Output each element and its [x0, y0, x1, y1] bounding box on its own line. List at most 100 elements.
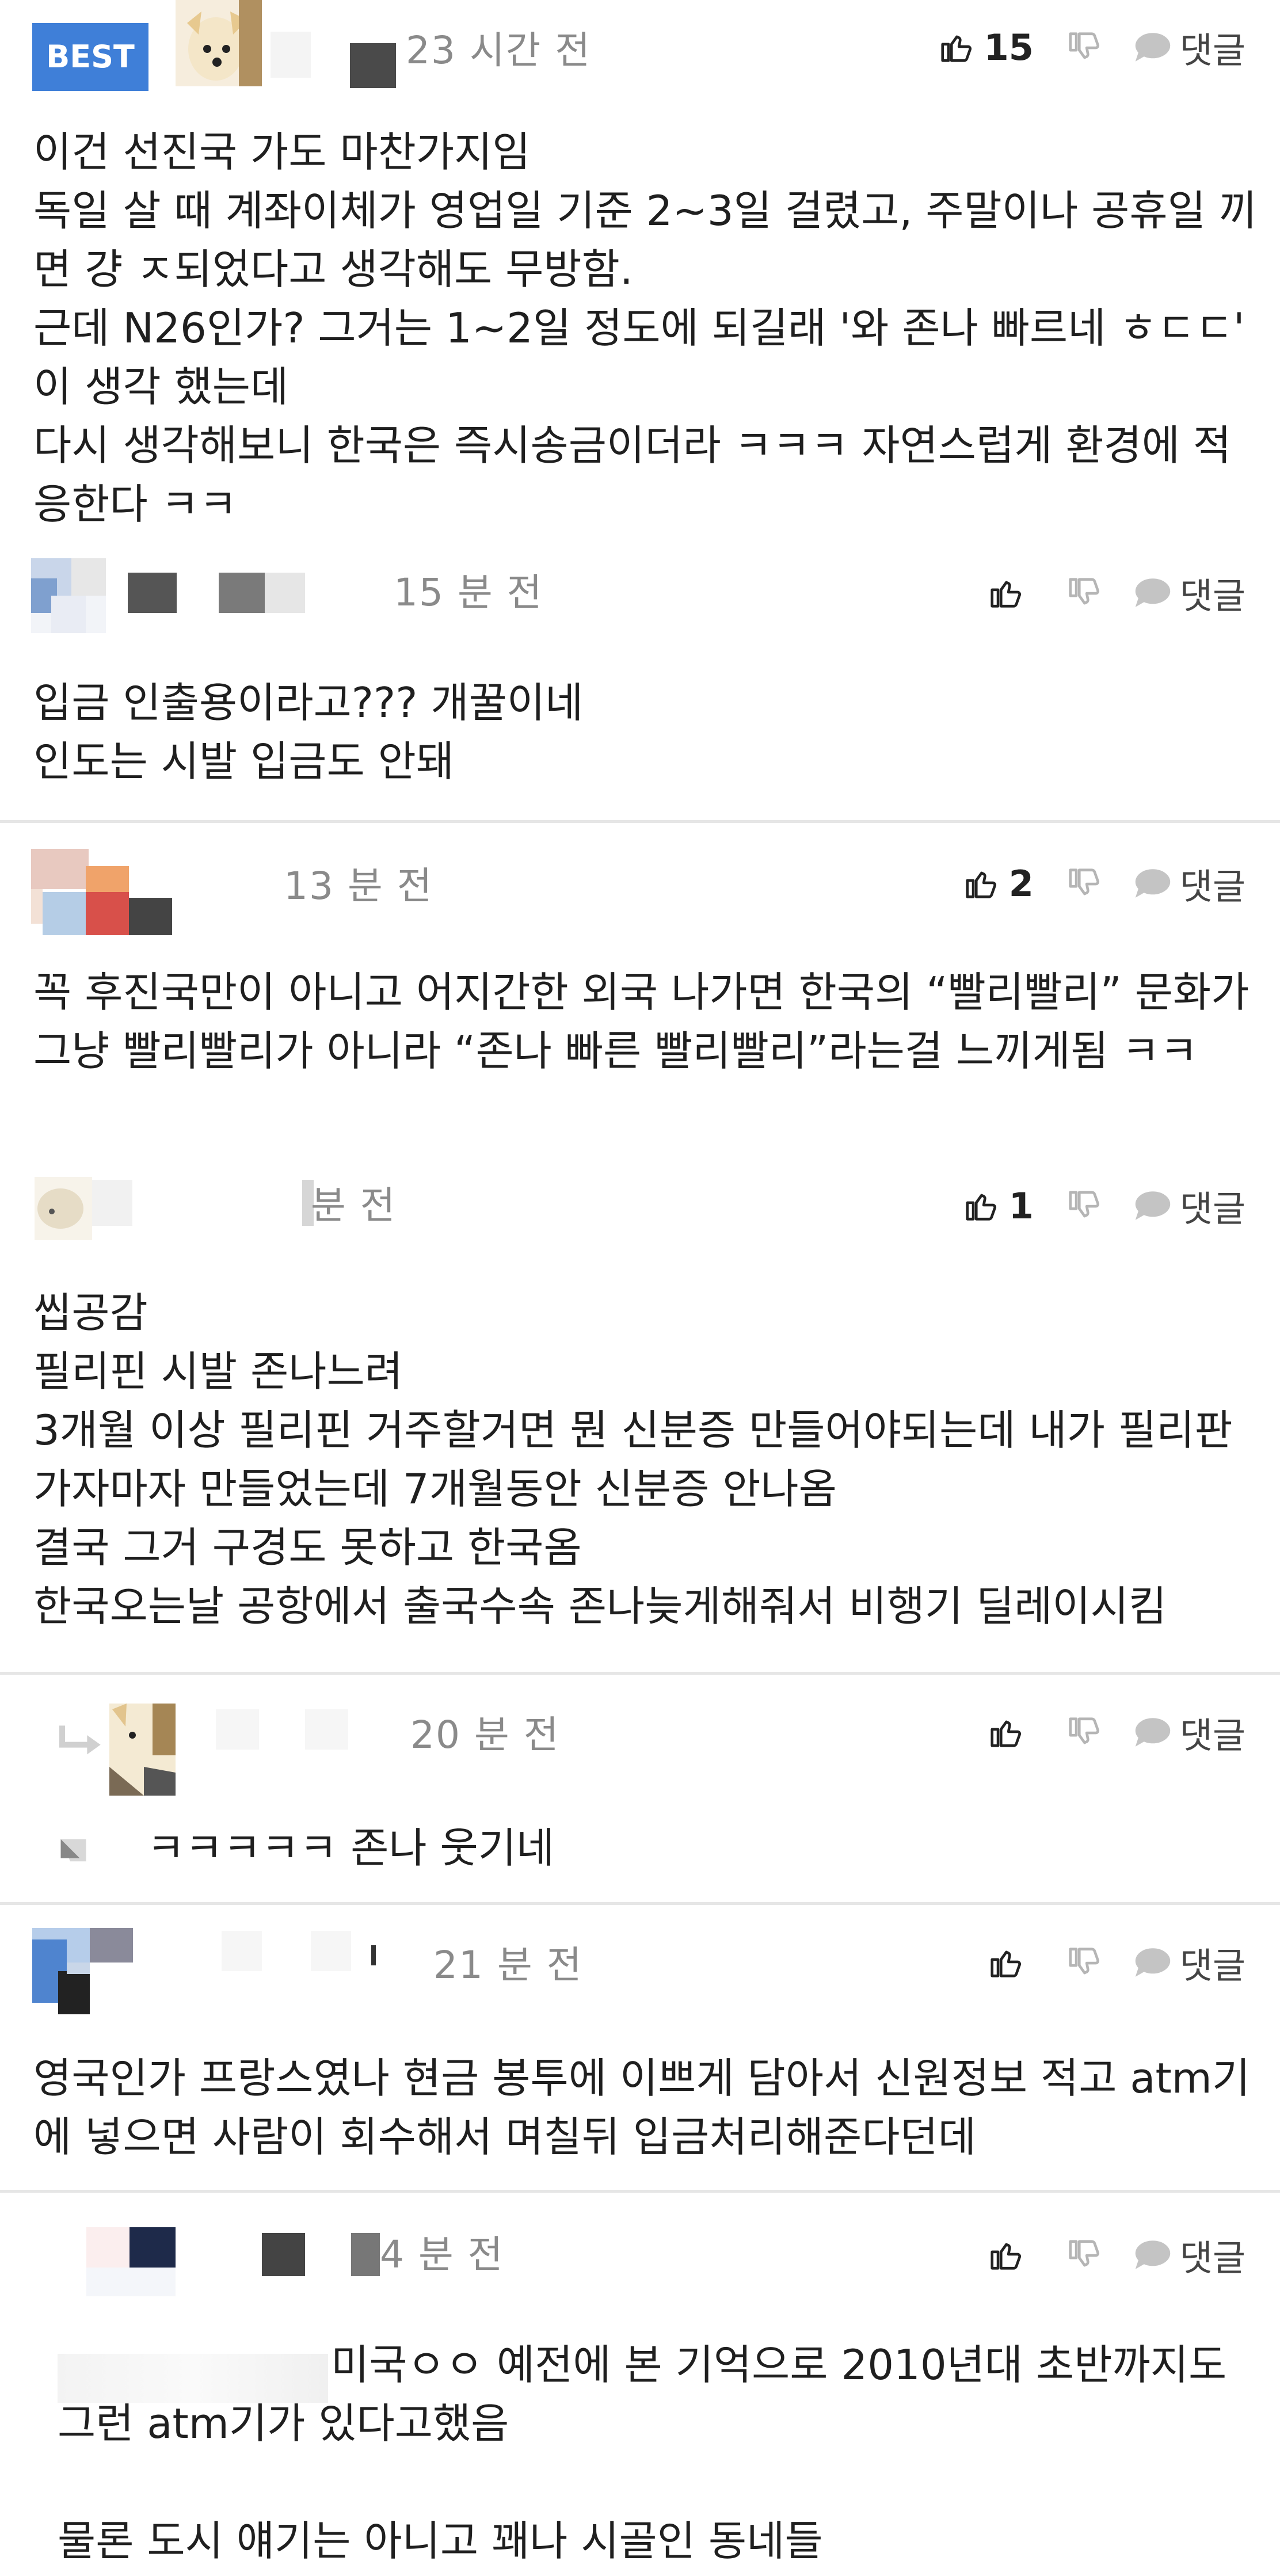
thumbs-up-icon — [966, 1194, 996, 1221]
reply-label: 댓글 — [1179, 1714, 1245, 1756]
reply-label: 댓글 — [1179, 1945, 1245, 1987]
reply-button[interactable]: 댓글 — [1134, 2229, 1245, 2281]
comment-actions: 2 댓글 — [931, 855, 1245, 912]
blurred-nickname — [305, 1709, 348, 1750]
blurred-nickname — [350, 43, 396, 88]
mention-icon — [58, 1836, 89, 1867]
thumbs-up-icon — [991, 2243, 1021, 2270]
comment-time: 15 분 전 — [394, 570, 543, 615]
comment-item: 분 전 1 댓글 씹공감 필리핀 시발 존나느려 3개월 이상 필리핀 거주할거… — [0, 1148, 1280, 1672]
blurred-nickname — [128, 573, 177, 613]
avatar[interactable] — [109, 1704, 176, 1796]
reply-label: 댓글 — [1179, 2237, 1245, 2279]
like-count: 2 — [1008, 862, 1034, 905]
reply-arrow-icon — [56, 1721, 102, 1763]
thumbs-down-icon — [1069, 1191, 1099, 1218]
comment-item: BEST 23 시간 전 15 댓글 이건 선진국 가도 마찬가지임 독일 살 … — [0, 0, 1280, 552]
reply-button[interactable]: 댓글 — [1134, 567, 1245, 619]
thumbs-up-icon — [966, 871, 996, 898]
avatar[interactable] — [86, 2227, 176, 2296]
like-button[interactable] — [988, 575, 1034, 611]
like-button[interactable]: 1 — [963, 1185, 1034, 1227]
like-button[interactable]: 2 — [963, 863, 1034, 905]
comment-time: 분 전 — [311, 1183, 397, 1228]
comment-time: 13 분 전 — [284, 864, 433, 908]
avatar[interactable] — [176, 0, 262, 86]
comment-actions: 댓글 — [955, 564, 1245, 622]
blurred-nickname — [92, 1180, 132, 1226]
reply-label: 댓글 — [1179, 1188, 1245, 1230]
thumbs-up-icon — [991, 581, 1021, 608]
reply-button[interactable]: 댓글 — [1134, 1180, 1245, 1232]
avatar[interactable] — [31, 849, 175, 935]
dislike-button[interactable] — [1066, 575, 1102, 611]
thumbs-down-icon — [1069, 1948, 1099, 1975]
comment-actions: 1 댓글 — [931, 1177, 1245, 1234]
blurred-nickname — [351, 2233, 380, 2276]
comment-actions: 댓글 — [955, 2226, 1245, 2284]
blurred-nickname — [216, 1709, 259, 1750]
thumbs-up-icon — [941, 35, 972, 62]
avatar[interactable] — [35, 1177, 92, 1240]
blurred-nickname — [371, 1945, 376, 1965]
thumbs-down-icon — [1069, 2240, 1099, 2267]
comment-text: 이건 선진국 가도 마찬가지임 독일 살 때 계좌이체가 영업일 기준 2~3일… — [33, 128, 1257, 528]
comment-text: ㅋㅋㅋㅋㅋ 존나 웃기네 — [147, 1824, 555, 1872]
reply-label: 댓글 — [1179, 866, 1245, 908]
dislike-button[interactable] — [1066, 2237, 1102, 2273]
comment-actions: 댓글 — [955, 1934, 1245, 1991]
avatar[interactable] — [31, 558, 106, 633]
thumbs-down-icon — [1069, 868, 1099, 895]
thumbs-up-icon — [991, 1720, 1021, 1747]
reply-button[interactable]: 댓글 — [1134, 1937, 1245, 1988]
thumbs-up-icon — [991, 1950, 1021, 1977]
dislike-button[interactable] — [1066, 1945, 1102, 1980]
comment-item: 4 분 전 댓글 미국ㅇㅇ 예전에 본 기억으로 2010년대 초반까지도 그런… — [0, 2193, 1280, 2576]
thumbs-down-icon — [1069, 1717, 1099, 1744]
blurred-nickname — [262, 2233, 305, 2276]
speech-bubble-icon — [1135, 869, 1171, 898]
reply-label: 댓글 — [1179, 575, 1245, 617]
dislike-button[interactable] — [1066, 866, 1102, 901]
comment-time: 23 시간 전 — [406, 28, 592, 73]
reply-label: 댓글 — [1179, 29, 1245, 71]
avatar[interactable] — [32, 1928, 133, 2014]
dislike-button[interactable] — [1066, 1188, 1102, 1224]
blurred-nickname — [265, 573, 305, 613]
comment-time: 20 분 전 — [410, 1713, 560, 1757]
like-count: 15 — [984, 26, 1034, 68]
comment-time: 4 분 전 — [380, 2232, 504, 2277]
comment-item: 15 분 전 댓글 입금 인출용이라고??? 개꿀이네 인도는 시발 입금도 안… — [0, 552, 1280, 823]
thumbs-down-icon — [1069, 578, 1099, 605]
reply-button[interactable]: 댓글 — [1134, 21, 1245, 73]
best-badge: BEST — [32, 23, 148, 91]
speech-bubble-icon — [1135, 33, 1171, 62]
blurred-nickname — [219, 573, 265, 613]
dislike-button[interactable] — [1066, 29, 1102, 65]
comment-item: 13 분 전 2 댓글 꼭 후진국만이 아니고 어지간한 외국 나가면 한국의 … — [0, 823, 1280, 1122]
speech-bubble-icon — [1135, 1948, 1171, 1977]
reply-button[interactable]: 댓글 — [1134, 858, 1245, 909]
like-button[interactable] — [988, 1945, 1034, 1980]
blurred-nickname — [271, 32, 311, 78]
comment-time: 21 분 전 — [433, 1943, 583, 1987]
comment-actions: 15 댓글 — [906, 18, 1245, 76]
speech-bubble-icon — [1135, 1191, 1171, 1220]
comment-item: 20 분 전 댓글 ㅋㅋㅋㅋㅋ 존나 웃기네 — [0, 1675, 1280, 1902]
like-button[interactable]: 15 — [938, 26, 1034, 68]
comment-text: 꼭 후진국만이 아니고 어지간한 외국 나가면 한국의 “빨리빨리” 문화가 그… — [33, 968, 1263, 1075]
reply-button[interactable]: 댓글 — [1134, 1706, 1245, 1758]
comment-text: 미국ㅇㅇ 예전에 본 기억으로 2010년대 초반까지도 그런 atm기가 있다… — [58, 2341, 1227, 2565]
speech-bubble-icon — [1135, 2240, 1171, 2269]
comment-text: 영국인가 프랑스였나 현금 봉투에 이쁘게 담아서 신원정보 적고 atm기에 … — [33, 2054, 1251, 2161]
like-count: 1 — [1008, 1184, 1034, 1227]
comment-actions: 댓글 — [955, 1704, 1245, 1761]
comment-item: 21 분 전 댓글 영국인가 프랑스였나 현금 봉투에 이쁘게 담아서 신원정보… — [0, 1905, 1280, 2190]
blurred-nickname — [222, 1931, 262, 1971]
comment-text: 입금 인출용이라고??? 개꿀이네 인도는 시발 입금도 안돼 — [33, 679, 584, 786]
dislike-button[interactable] — [1066, 1714, 1102, 1750]
like-button[interactable] — [988, 1714, 1034, 1750]
like-button[interactable] — [988, 2237, 1034, 2273]
speech-bubble-icon — [1135, 578, 1171, 607]
thumbs-down-icon — [1069, 32, 1099, 59]
